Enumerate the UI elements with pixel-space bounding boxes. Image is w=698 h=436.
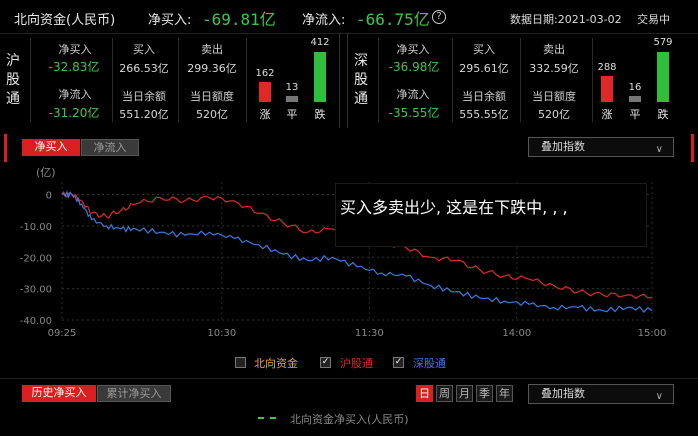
net-buy-label: 净买入: [148,13,192,28]
sh-connect-name: 沪股通 [6,53,20,107]
right-accent-bar [691,134,694,162]
sh-flat-label: 平 [286,108,298,121]
overlay-index-label: 叠加指数 [541,140,585,153]
period-week[interactable]: 周 [436,385,453,402]
sz-up-label: 涨 [601,108,613,121]
sh-net-buy-label: 净买入 [58,43,92,56]
chevron-down-icon: ∨ [655,391,663,402]
y-axis-unit: (亿) [36,166,56,179]
summary-header: 北向资金(人民币) 净买入: -69.81亿 净流入: -66.75亿 ? 数据… [0,0,698,34]
x-tick-label: 10:30 [207,328,236,339]
trading-status: 交易中 [637,13,670,26]
sz-down-count: 579 [653,37,673,48]
x-tick-label: 09:25 [48,328,77,339]
tab-cumulative-net-buy[interactable]: 累计净买入 [97,385,171,402]
sz-quota-label: 当日额度 [532,90,576,103]
chevron-down-icon: ∨ [655,144,663,155]
net-inflow-label: 净流入: [302,13,346,28]
net-buy-value: -69.81亿 [202,10,276,29]
sh-net-inflow-value: -31.20亿 [48,106,100,120]
y-tick-label: -10.00 [20,222,52,233]
left-accent-bar [4,134,7,162]
legend-swatch [258,417,276,419]
y-tick-label: -30.00 [20,285,52,296]
sz-sell-value: 332.59亿 [529,62,579,75]
sz-flat-count: 16 [628,82,642,93]
legend-label-sz: 深股通 [413,357,446,370]
sz-flat-label: 平 [629,108,641,121]
y-tick-label: -40.00 [20,316,52,327]
sz-net-buy-value: -36.98亿 [388,60,440,74]
sh-up-count: 162 [255,68,275,79]
history-overlay-dropdown[interactable]: 叠加指数 ∨ [528,384,674,404]
period-day[interactable]: 日 [416,385,433,402]
sh-sell-label: 卖出 [201,43,223,56]
sh-balance-label: 当日余额 [122,90,166,103]
net-inflow-value: -66.75亿 [356,10,430,29]
sz-buy-value: 295.61亿 [459,62,509,75]
x-tick-label: 11:30 [355,328,384,339]
sz-net-inflow-label: 净流入 [396,88,430,101]
sz-down-bar [657,52,669,102]
sh-buy-value: 266.53亿 [119,62,169,75]
sz-net-inflow-value: -35.55亿 [388,106,440,120]
help-icon[interactable]: ? [432,10,446,24]
sz-balance-value: 555.55亿 [459,108,509,121]
history-legend-label: 北向资金净买入(人民币) [290,413,409,426]
sh-up-bar [259,82,271,102]
legend-checkbox-north[interactable] [235,357,246,368]
period-month[interactable]: 月 [456,385,473,402]
legend-checkbox-sz[interactable]: ✓ [393,357,404,368]
overlay-index-dropdown[interactable]: 叠加指数 ∨ [528,137,674,157]
sz-flat-bar [629,96,641,102]
page-title: 北向资金(人民币) [14,13,116,28]
sz-buy-label: 买入 [473,43,495,56]
sh-balance-value: 551.20亿 [119,108,169,121]
sh-net-buy-value: -32.83亿 [48,60,100,74]
y-tick-label: -20.00 [20,253,52,264]
tab-net-buy[interactable]: 净买入 [22,139,80,156]
sh-net-inflow-label: 净流入 [58,88,92,101]
sh-connect-panel: 沪股通 净买入 -32.83亿 净流入 -31.20亿 买入 266.53亿 当… [0,34,340,128]
sh-quota-value: 520亿 [196,108,228,121]
tab-history-net-buy[interactable]: 历史净买入 [22,385,96,402]
tab-net-inflow[interactable]: 净流入 [81,139,139,156]
sz-balance-label: 当日余额 [462,90,506,103]
sz-quota-value: 520亿 [538,108,570,121]
sh-sell-value: 299.36亿 [187,62,237,75]
sh-buy-label: 买入 [133,43,155,56]
x-tick-label: 15:00 [638,328,667,339]
sz-sell-label: 卖出 [543,43,565,56]
sh-flat-bar [286,96,298,102]
sz-up-count: 288 [597,62,617,73]
sz-connect-name: 深股通 [354,53,368,107]
sh-down-label: 跌 [314,108,326,121]
history-overlay-label: 叠加指数 [541,387,585,400]
sz-down-label: 跌 [657,108,669,121]
data-date: 数据日期:2021-03-02 [510,13,622,26]
y-tick-label: 0 [46,191,52,202]
legend-label-sh: 沪股通 [340,357,373,370]
period-year[interactable]: 年 [496,385,513,402]
x-tick-label: 14:00 [502,328,531,339]
legend-checkbox-sh[interactable]: ✓ [320,357,331,368]
sz-connect-panel: 深股通 净买入 -36.98亿 净流入 -35.55亿 买入 295.61亿 当… [347,34,692,128]
period-quarter[interactable]: 季 [476,385,493,402]
sz-up-bar [601,76,613,102]
history-section: 历史净买入 累计净买入 日 周 月 季 年 叠加指数 ∨ 北向资金净买入(人民币… [0,378,698,436]
chart-annotation: 买入多卖出少, 这是在下跌中, , , [335,183,647,247]
sh-flat-count: 13 [285,82,299,93]
sh-down-bar [314,52,326,102]
sz-net-buy-label: 净买入 [396,43,430,56]
sh-up-label: 涨 [259,108,271,121]
legend-label-north: 北向资金 [254,357,298,370]
sh-quota-label: 当日额度 [190,90,234,103]
sh-down-count: 412 [310,37,330,48]
